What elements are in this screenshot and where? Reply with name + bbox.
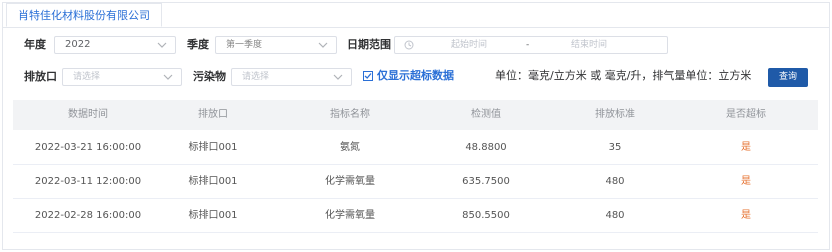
table-row[interactable]: 2022-02-28 16:00:00 标排口001 化学需氧量 850.550…: [13, 199, 818, 233]
cell-standard: 35: [608, 142, 622, 153]
cell-outlet: 标排口001: [188, 210, 238, 221]
date-start-input[interactable]: 起始时间: [451, 37, 487, 53]
table-row[interactable]: 2022-03-11 12:00:00 标排口001 化学需氧量 635.750…: [13, 165, 818, 199]
chevron-down-icon: [318, 42, 328, 48]
date-separator: -: [526, 40, 530, 50]
season-select[interactable]: 第一季度: [215, 36, 337, 54]
season-value: 第一季度: [226, 40, 263, 50]
exceed-only-label[interactable]: 仅显示超标数据: [377, 67, 454, 85]
pollutant-label: 污染物: [193, 70, 226, 83]
table-row[interactable]: 2022-03-21 16:00:00 标排口001 氨氮 48.8800 35…: [13, 131, 818, 165]
cell-indicator: 化学需氧量: [325, 176, 375, 187]
table-header: 数据时间 排放口 指标名称 检测值 排放标准 是否超标: [13, 100, 818, 130]
outlet-label: 排放口: [24, 70, 57, 83]
column-header-value: 检测值: [471, 109, 501, 120]
season-label: 季度: [187, 38, 209, 51]
pollutant-placeholder: 请选择: [242, 72, 270, 82]
cell-exceed: 是: [741, 176, 751, 187]
date-range-label: 日期范围: [347, 38, 391, 51]
chevron-down-icon: [157, 42, 167, 48]
cell-exceed: 是: [741, 210, 751, 221]
cell-standard: 480: [605, 176, 625, 187]
check-icon: [364, 73, 372, 79]
column-header-standard: 排放标准: [595, 109, 635, 120]
exceed-only-checkbox[interactable]: [363, 71, 373, 81]
outlet-placeholder: 请选择: [73, 72, 101, 82]
year-label: 年度: [24, 38, 46, 51]
cell-standard: 480: [605, 210, 625, 221]
cell-value: 48.8800: [465, 142, 507, 153]
cell-value: 635.7500: [462, 176, 510, 187]
date-end-input[interactable]: 结束时间: [571, 37, 607, 53]
column-header-exceed: 是否超标: [726, 109, 766, 120]
column-header-outlet: 排放口: [198, 109, 228, 120]
cell-outlet: 标排口001: [188, 176, 238, 187]
cell-indicator: 化学需氧量: [325, 210, 375, 221]
unit-note: 单位：毫克/立方米 或 毫克/升，排气量单位：立方米: [495, 69, 752, 82]
year-select[interactable]: 2022: [54, 36, 176, 54]
query-button[interactable]: 查询: [768, 68, 808, 87]
chevron-down-icon: [333, 74, 343, 80]
cell-value: 850.5500: [462, 210, 510, 221]
clock-icon: [404, 40, 414, 50]
column-header-indicator: 指标名称: [330, 109, 370, 120]
tab-bar: 肖特佳化材料股份有限公司: [3, 3, 829, 28]
pollutant-select[interactable]: 请选择: [231, 68, 352, 86]
cell-indicator: 氨氮: [340, 142, 360, 153]
cell-exceed: 是: [741, 142, 751, 153]
chevron-down-icon: [163, 74, 173, 80]
year-value: 2022: [65, 39, 91, 50]
cell-outlet: 标排口001: [188, 142, 238, 153]
outlet-select[interactable]: 请选择: [62, 68, 182, 86]
tab-company[interactable]: 肖特佳化材料股份有限公司: [6, 3, 162, 27]
date-range-picker[interactable]: 起始时间 - 结束时间: [394, 36, 668, 54]
